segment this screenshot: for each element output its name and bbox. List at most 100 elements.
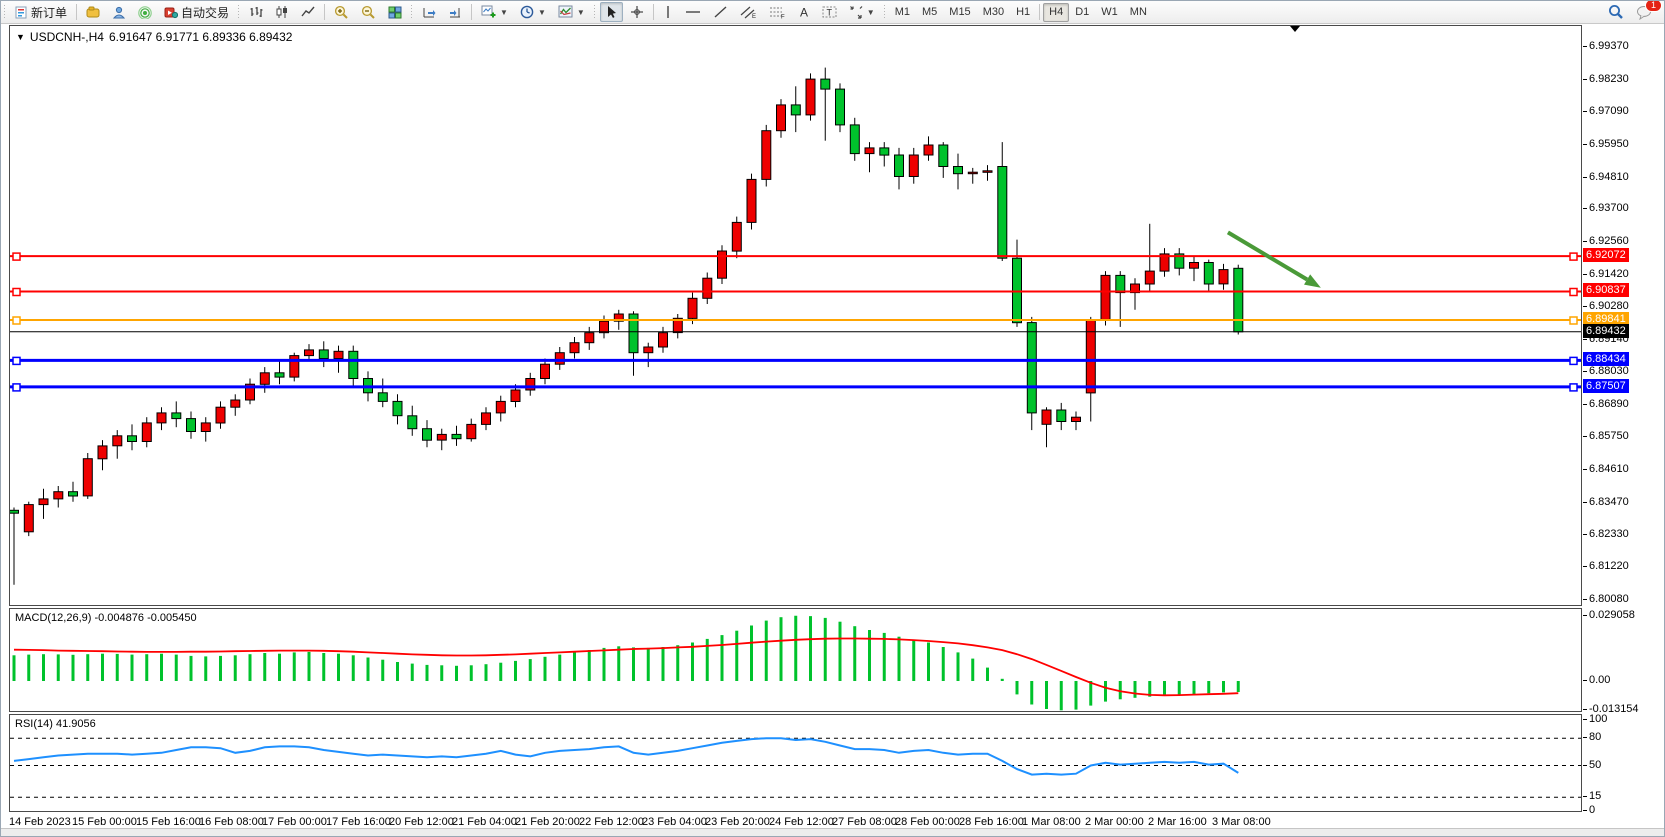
search-button[interactable] <box>1603 2 1629 22</box>
line-chart-icon <box>301 5 315 19</box>
arrows-dropdown[interactable]: ▼ <box>844 2 880 22</box>
tile-windows-icon <box>388 6 402 19</box>
svg-text:F: F <box>781 15 785 20</box>
time-tick: 21 Feb 04:00 <box>452 816 517 828</box>
price-tick: 6.98230 <box>1589 73 1629 85</box>
chart-shift-marker[interactable] <box>1290 26 1300 32</box>
toolbar-grip[interactable] <box>410 4 414 20</box>
chat-notification-badge: 1 <box>1645 0 1662 12</box>
profiles-button[interactable] <box>81 2 105 22</box>
timeframe-button-M1[interactable]: M1 <box>889 3 916 22</box>
cursor-button[interactable] <box>600 2 623 22</box>
template-icon <box>558 5 573 19</box>
price-axis[interactable]: 6.993706.982306.970906.959506.948106.937… <box>1583 25 1665 812</box>
timeframe-button-M30[interactable]: M30 <box>977 3 1010 22</box>
rsi-chart-canvas[interactable] <box>10 715 1581 811</box>
timeframe-button-M15[interactable]: M15 <box>943 3 976 22</box>
new-order-button[interactable]: 新订单 <box>10 2 72 22</box>
signals-button[interactable] <box>133 2 157 22</box>
time-tick: 15 Feb 00:00 <box>72 816 137 828</box>
chart-shift-button[interactable] <box>443 2 467 22</box>
vertical-line-icon <box>663 5 673 19</box>
community-button[interactable] <box>107 2 131 22</box>
auto-trading-button[interactable]: 自动交易 <box>159 2 234 22</box>
cursor-arrow-icon <box>605 5 618 19</box>
period-dropdown[interactable]: ▼ <box>515 2 551 22</box>
community-person-icon <box>112 6 126 19</box>
auto-trading-label: 自动交易 <box>181 4 229 21</box>
chevron-down-icon: ▼ <box>577 8 585 17</box>
crosshair-button[interactable] <box>625 2 649 22</box>
chart-candles-button[interactable] <box>270 2 294 22</box>
hline-price-badge: 6.92072 <box>1583 248 1629 262</box>
timeframe-button-D1[interactable]: D1 <box>1069 3 1095 22</box>
price-tick: 6.81220 <box>1589 560 1629 572</box>
new-chart-dropdown[interactable]: ▼ <box>476 2 513 22</box>
time-tick: 27 Feb 08:00 <box>832 816 897 828</box>
timeframe-button-W1[interactable]: W1 <box>1095 3 1124 22</box>
time-tick: 16 Feb 08:00 <box>199 816 264 828</box>
terminal-window: 新订单 自动交易 ▼ ▼ ▼ E F A T ▼ <box>0 0 1665 837</box>
macd-axis-tick: 0.00 <box>1589 674 1610 686</box>
timeframe-button-MN[interactable]: MN <box>1124 3 1153 22</box>
fibonacci-button[interactable]: F <box>764 2 791 22</box>
equidistant-channel-icon: E <box>740 5 757 19</box>
text-button[interactable]: A <box>793 2 815 22</box>
macd-chart-canvas[interactable] <box>10 609 1581 711</box>
trendline-button[interactable] <box>708 2 733 22</box>
new-chart-icon <box>481 5 496 19</box>
price-tick: 6.85750 <box>1589 430 1629 442</box>
current-price-badge: 6.89432 <box>1583 324 1629 338</box>
rsi-panel[interactable]: RSI(14) 41.9056 <box>9 714 1582 812</box>
templates-dropdown[interactable]: ▼ <box>553 2 590 22</box>
timeframe-toolbar: M1M5M15M30H1 H4D1W1MN <box>889 3 1153 22</box>
toolbar: 新订单 自动交易 ▼ ▼ ▼ E F A T ▼ <box>1 1 1664 24</box>
time-tick: 2 Mar 00:00 <box>1085 816 1144 828</box>
timeframe-button-H1[interactable]: H1 <box>1010 3 1036 22</box>
chevron-down-icon: ▼ <box>500 8 508 17</box>
time-tick: 3 Mar 08:00 <box>1212 816 1271 828</box>
time-tick: 23 Feb 04:00 <box>642 816 707 828</box>
price-tick: 6.93700 <box>1589 202 1629 214</box>
macd-panel[interactable]: MACD(12,26,9) -0.004876 -0.005450 <box>9 608 1582 712</box>
time-tick: 23 Feb 20:00 <box>705 816 770 828</box>
chart-bars-button[interactable] <box>244 2 268 22</box>
rsi-label: RSI(14) 41.9056 <box>15 718 96 730</box>
symbol-dropdown-icon[interactable]: ▼ <box>16 32 25 42</box>
equidistant-channel-button[interactable]: E <box>735 2 762 22</box>
macd-axis-tick: 0.029058 <box>1589 609 1635 621</box>
timeframe-button-M5[interactable]: M5 <box>916 3 943 22</box>
time-tick: 22 Feb 12:00 <box>579 816 644 828</box>
search-icon <box>1608 4 1624 20</box>
chevron-down-icon: ▼ <box>538 8 546 17</box>
zoom-out-button[interactable] <box>356 2 381 22</box>
time-tick: 17 Feb 00:00 <box>262 816 327 828</box>
tile-windows-button[interactable] <box>383 2 407 22</box>
price-tick: 6.83470 <box>1589 496 1629 508</box>
zoom-in-button[interactable] <box>329 2 354 22</box>
price-tick: 6.90280 <box>1589 300 1629 312</box>
macd-label: MACD(12,26,9) -0.004876 -0.005450 <box>15 612 197 624</box>
main-chart-panel[interactable]: ▼ USDCNH-,H4 6.91647 6.91771 6.89336 6.8… <box>9 25 1582 606</box>
auto-trading-icon <box>164 6 178 19</box>
chart-shift-icon <box>448 6 462 19</box>
time-tick: 28 Feb 00:00 <box>895 816 960 828</box>
price-tick: 6.95950 <box>1589 138 1629 150</box>
vertical-line-button[interactable] <box>658 2 678 22</box>
price-tick: 6.91420 <box>1589 268 1629 280</box>
horizontal-line-button[interactable] <box>680 2 706 22</box>
chevron-down-icon: ▼ <box>867 8 875 17</box>
toolbar-grip[interactable] <box>3 4 7 20</box>
text-label-button[interactable]: T <box>817 2 842 22</box>
status-bar <box>1 828 1664 836</box>
price-tick: 6.84610 <box>1589 463 1629 475</box>
toolbar-grip[interactable] <box>883 4 887 20</box>
chat-button[interactable]: 1 <box>1631 2 1657 22</box>
toolbar-grip[interactable] <box>237 4 241 20</box>
timeframe-button-H4[interactable]: H4 <box>1043 3 1069 22</box>
chart-line-button[interactable] <box>296 2 320 22</box>
candlestick-chart-canvas[interactable] <box>10 26 1581 605</box>
toolbar-grip[interactable] <box>593 4 597 20</box>
price-tick: 6.80080 <box>1589 593 1629 605</box>
auto-scroll-button[interactable] <box>417 2 441 22</box>
